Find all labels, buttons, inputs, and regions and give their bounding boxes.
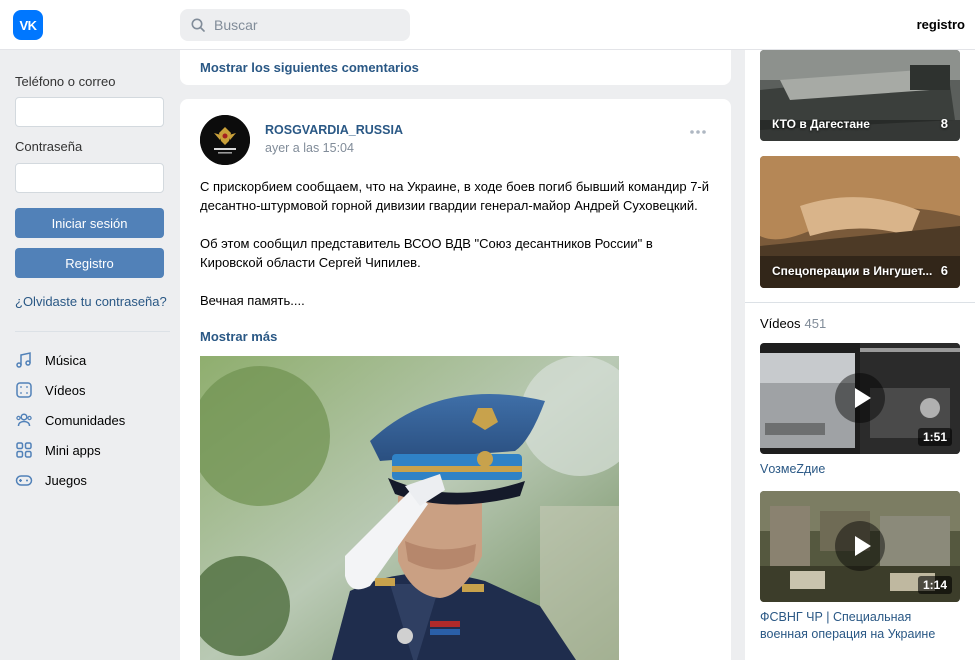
search-box[interactable] xyxy=(180,9,410,41)
videos-header[interactable]: Vídeos 451 xyxy=(760,316,826,331)
comments-footer: Mostrar los siguientes comentarios xyxy=(180,50,731,85)
password-field[interactable] xyxy=(15,163,164,193)
search-icon xyxy=(191,18,205,32)
divider xyxy=(15,331,170,332)
play-icon[interactable] xyxy=(835,521,885,571)
videos-count: 451 xyxy=(804,316,827,331)
right-sidebar: КТО в Дагестане 8 Спецоперации в Ингушет… xyxy=(745,50,975,660)
search-input[interactable] xyxy=(214,9,404,41)
left-sidebar: Teléfono o correo Contraseña Iniciar ses… xyxy=(0,50,180,660)
nav-item-communities[interactable]: Comunidades xyxy=(15,409,125,431)
video-icon xyxy=(16,382,32,398)
forgot-password-link[interactable]: ¿Olvidaste tu contraseña? xyxy=(15,294,167,309)
rosgvardia-emblem-icon xyxy=(200,115,250,165)
password-label: Contraseña xyxy=(15,139,83,154)
post-paragraph: Об этом сообщил представитель ВСОО ВДВ "… xyxy=(200,236,653,270)
nav-item-label: Mini apps xyxy=(45,442,101,458)
video-title-1[interactable]: VозмеZдие xyxy=(760,461,960,478)
nav-item-videos[interactable]: Vídeos xyxy=(15,379,85,401)
nav-item-mini-apps[interactable]: Mini apps xyxy=(15,439,101,461)
phone-label: Teléfono o correo xyxy=(15,74,116,89)
officer-saluting-photo xyxy=(200,356,619,660)
post-paragraph: С прискорбием сообщаем, что на Украине, … xyxy=(200,179,710,213)
register-button[interactable]: Registro xyxy=(15,248,164,278)
top-header: VK registro xyxy=(0,0,975,50)
vk-logo[interactable]: VK xyxy=(13,10,43,40)
avatar[interactable] xyxy=(200,115,250,165)
divider xyxy=(745,302,975,303)
mini-apps-icon xyxy=(16,442,32,458)
nav-item-label: Vídeos xyxy=(45,382,86,398)
video-duration: 1:14 xyxy=(917,576,952,594)
post-text: С прискорбием сообщаем, что на Украине, … xyxy=(200,177,710,310)
music-icon xyxy=(16,352,31,368)
post-paragraph: Вечная память.... xyxy=(200,293,305,308)
video-title-2[interactable]: ФСВНГ ЧР | Специальная военная операция … xyxy=(760,609,960,643)
nav-item-label: Juegos xyxy=(45,472,87,488)
videos-label: Vídeos xyxy=(760,316,801,331)
album-kto-dagestan[interactable]: КТО в Дагестане 8 xyxy=(760,50,960,141)
games-icon xyxy=(15,475,33,486)
video-thumb-1[interactable]: 1:51 xyxy=(760,343,960,454)
nav-item-label: Música xyxy=(45,352,87,368)
post-photo[interactable] xyxy=(200,356,619,660)
register-link[interactable]: registro xyxy=(917,17,965,32)
play-icon[interactable] xyxy=(835,373,885,423)
login-button[interactable]: Iniciar sesión xyxy=(15,208,164,238)
more-options-icon[interactable] xyxy=(689,129,707,135)
album-count: 8 xyxy=(940,116,948,131)
album-count: 6 xyxy=(940,263,948,278)
phone-field[interactable] xyxy=(15,97,164,127)
nav-item-label: Comunidades xyxy=(45,412,126,428)
post-time[interactable]: ayer a las 15:04 xyxy=(265,141,354,155)
video-thumb-2[interactable]: 1:14 xyxy=(760,491,960,602)
nav-item-music[interactable]: Música xyxy=(15,349,86,371)
communities-icon xyxy=(16,413,32,427)
video-duration: 1:51 xyxy=(917,428,952,446)
nav-item-games[interactable]: Juegos xyxy=(15,469,87,491)
album-spetsoperatsii-ingushetii[interactable]: Спецоперации в Ингушет... 6 xyxy=(760,156,960,288)
album-caption: Спецоперации в Ингушет... xyxy=(772,264,933,278)
post-card: ROSGVARDIA_RUSSIA ayer a las 15:04 С при… xyxy=(180,99,731,660)
post-author[interactable]: ROSGVARDIA_RUSSIA xyxy=(265,123,403,137)
album-caption: КТО в Дагестане xyxy=(772,117,870,131)
show-more-comments-link[interactable]: Mostrar los siguientes comentarios xyxy=(200,60,419,75)
show-more-link[interactable]: Mostrar más xyxy=(200,329,277,344)
